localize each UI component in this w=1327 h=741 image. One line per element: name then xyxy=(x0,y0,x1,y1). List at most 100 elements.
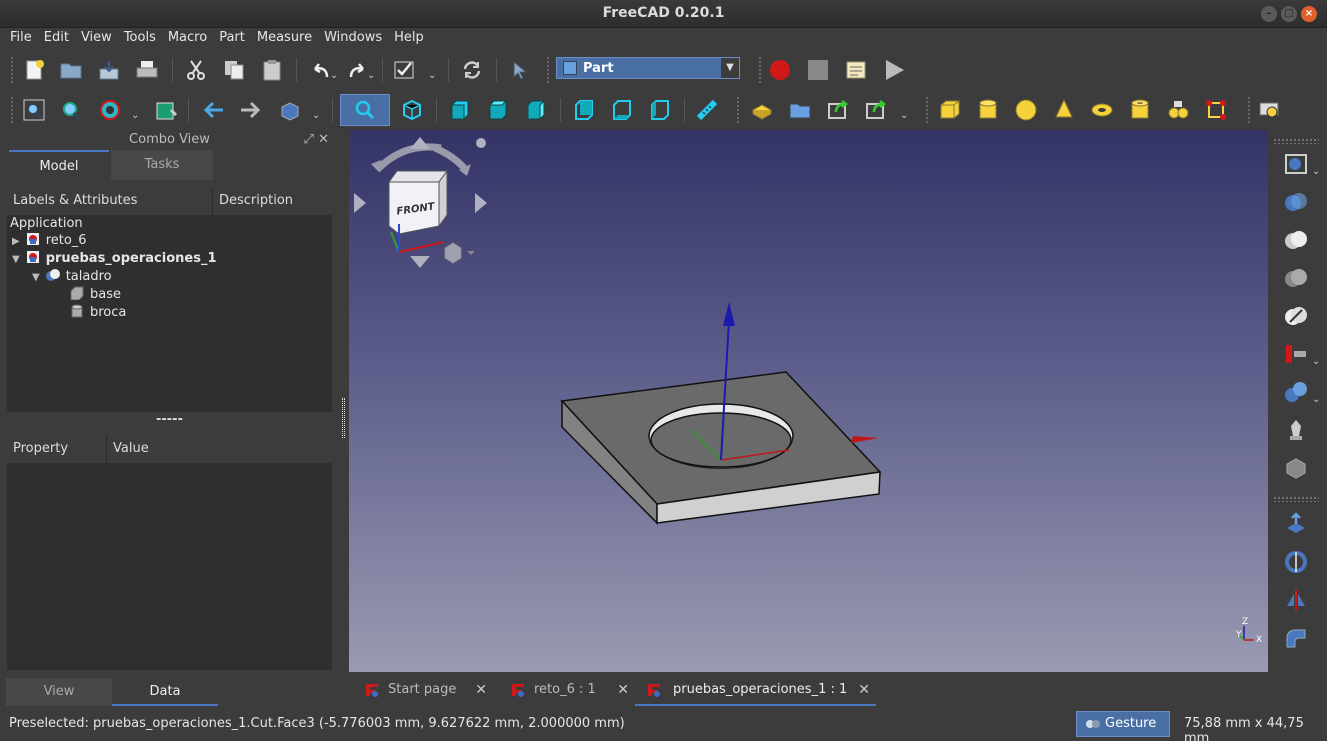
menu-tools[interactable]: Tools xyxy=(118,28,162,50)
part-icon[interactable] xyxy=(748,96,776,124)
shape-builder-icon[interactable] xyxy=(1202,96,1230,124)
labels-attributes-header[interactable]: Labels & Attributes xyxy=(7,187,213,215)
extrude-icon[interactable] xyxy=(1282,510,1310,538)
tab-reto-6[interactable]: reto_6 : 1 ✕ xyxy=(499,676,635,706)
defeaturing-icon[interactable] xyxy=(1282,454,1310,482)
torus-icon[interactable] xyxy=(1088,96,1116,124)
refresh-icon[interactable] xyxy=(458,56,486,84)
close-tab-icon[interactable]: ✕ xyxy=(858,676,870,704)
chevron-right-icon[interactable]: ▶ xyxy=(12,236,20,247)
cut-icon[interactable] xyxy=(1282,188,1310,216)
chevron-down-icon[interactable] xyxy=(467,251,475,255)
value-header[interactable]: Value xyxy=(107,435,332,463)
toolbar-grip[interactable] xyxy=(10,96,14,124)
tab-model[interactable]: Model xyxy=(9,150,109,180)
boolean-icon[interactable] xyxy=(1282,150,1310,178)
bottom-view-icon[interactable] xyxy=(608,96,636,124)
link-icon[interactable] xyxy=(824,96,852,124)
save-icon[interactable] xyxy=(95,56,123,84)
fuse-icon[interactable] xyxy=(1282,226,1310,254)
top-view-icon[interactable] xyxy=(484,96,512,124)
menu-file[interactable]: File xyxy=(4,28,38,50)
rear-view-icon[interactable] xyxy=(570,96,598,124)
tab-view[interactable]: View xyxy=(6,678,112,706)
open-icon[interactable] xyxy=(57,56,85,84)
toolbar-grip[interactable] xyxy=(736,96,740,124)
rotate-down-icon[interactable] xyxy=(410,256,430,268)
cylinder-icon[interactable] xyxy=(974,96,1002,124)
record-macro-icon[interactable] xyxy=(766,56,794,84)
chevron-down-icon[interactable]: ▼ xyxy=(32,272,40,283)
stop-macro-icon[interactable] xyxy=(804,56,832,84)
close-tab-icon[interactable]: ✕ xyxy=(475,676,487,704)
back-icon[interactable] xyxy=(199,96,227,124)
toolbar-grip[interactable] xyxy=(10,56,14,84)
rotate-right-icon[interactable] xyxy=(475,193,487,213)
tab-start-page[interactable]: Start page ✕ xyxy=(353,676,493,706)
macros-icon[interactable] xyxy=(842,56,870,84)
menu-help[interactable]: Help xyxy=(388,28,430,50)
primitives-icon[interactable] xyxy=(1164,96,1192,124)
chevron-down-icon[interactable]: ▼ xyxy=(721,58,739,78)
chevron-down-icon[interactable]: ▼ xyxy=(12,254,20,265)
minimize-icon[interactable]: – xyxy=(1261,6,1277,22)
cut-icon[interactable] xyxy=(182,56,210,84)
bounding-box-icon[interactable] xyxy=(152,96,180,124)
cone-icon[interactable] xyxy=(1050,96,1078,124)
tab-data[interactable]: Data xyxy=(112,678,218,706)
workbench-selector[interactable]: Part ▼ xyxy=(556,57,740,79)
tab-pruebas-operaciones-1[interactable]: pruebas_operaciones_1 : 1 ✕ xyxy=(635,676,876,706)
draw-style-icon[interactable] xyxy=(96,96,124,124)
toolbar-grip[interactable] xyxy=(1273,138,1319,144)
navigation-cube[interactable]: FRONT xyxy=(354,137,487,268)
rotate-up-icon[interactable] xyxy=(410,137,430,149)
isometric-icon[interactable] xyxy=(398,96,426,124)
description-header[interactable]: Description xyxy=(213,187,332,215)
menu-windows[interactable]: Windows xyxy=(318,28,388,50)
close-icon[interactable]: × xyxy=(1301,6,1317,22)
check-geometry-icon[interactable] xyxy=(1282,416,1310,444)
close-tab-icon[interactable]: ✕ xyxy=(617,676,629,704)
menu-part[interactable]: Part xyxy=(213,28,251,50)
menu-view[interactable]: View xyxy=(75,28,118,50)
panel-splitter[interactable]: ----- xyxy=(7,413,332,429)
tree-item-reto-6[interactable]: ▶ reto_6 xyxy=(12,232,87,250)
measure-distance-icon[interactable] xyxy=(693,96,721,124)
execute-macro-icon[interactable] xyxy=(880,56,908,84)
property-header[interactable]: Property xyxy=(7,435,107,463)
forward-icon[interactable] xyxy=(237,96,265,124)
tree-item-base[interactable]: base xyxy=(70,286,121,304)
measure-tools-icon[interactable] xyxy=(1256,96,1284,124)
toolbar-grip[interactable] xyxy=(1273,496,1319,502)
revolve-icon[interactable] xyxy=(1282,548,1310,576)
view-menu-icon[interactable] xyxy=(340,94,390,126)
mirror-icon[interactable] xyxy=(1282,586,1310,614)
new-document-icon[interactable] xyxy=(20,56,48,84)
paste-icon[interactable] xyxy=(258,56,286,84)
std-view-icon[interactable] xyxy=(276,96,304,124)
print-icon[interactable] xyxy=(133,56,161,84)
front-view-icon[interactable] xyxy=(446,96,474,124)
tree-item-taladro[interactable]: ▼ taladro xyxy=(32,268,112,286)
left-view-icon[interactable] xyxy=(646,96,674,124)
rotate-left-icon[interactable] xyxy=(354,193,366,213)
menu-macro[interactable]: Macro xyxy=(162,28,213,50)
toolbar-grip[interactable] xyxy=(1247,96,1251,124)
compound-icon[interactable] xyxy=(1282,378,1310,406)
box-icon[interactable] xyxy=(936,96,964,124)
sphere-icon[interactable] xyxy=(1012,96,1040,124)
float-icon[interactable]: ⤢ xyxy=(304,132,314,147)
tree-item-broca[interactable]: broca xyxy=(70,304,126,322)
toolbar-grip[interactable] xyxy=(925,96,929,124)
group-icon[interactable] xyxy=(786,96,814,124)
tube-icon[interactable] xyxy=(1126,96,1154,124)
right-view-icon[interactable] xyxy=(522,96,550,124)
tab-tasks[interactable]: Tasks xyxy=(111,150,213,180)
view-menu-dot-icon[interactable] xyxy=(476,138,486,148)
copy-icon[interactable] xyxy=(220,56,248,84)
menu-edit[interactable]: Edit xyxy=(38,28,75,50)
link-actions-icon[interactable] xyxy=(862,96,890,124)
whats-this-icon[interactable] xyxy=(506,56,534,84)
3d-viewport[interactable]: FRONT Z Y X xyxy=(349,130,1268,672)
navigation-style-button[interactable]: Gesture xyxy=(1076,711,1170,737)
